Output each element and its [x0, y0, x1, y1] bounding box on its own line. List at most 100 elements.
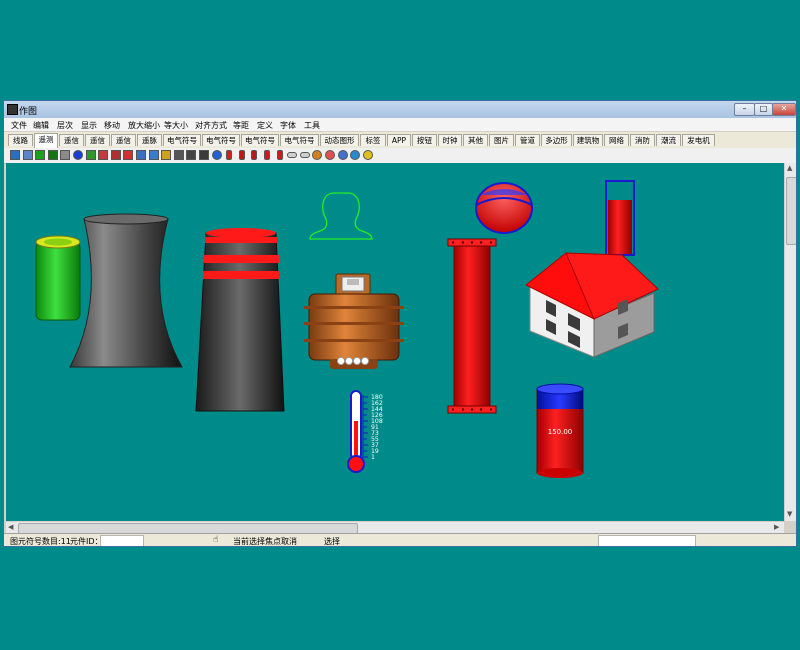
ball-icon[interactable] — [312, 150, 323, 160]
menu-item[interactable]: 文件 — [11, 120, 27, 131]
menu-item[interactable]: 字体 — [280, 120, 296, 131]
diamond-icon[interactable] — [123, 150, 134, 160]
tab-item[interactable]: 潮流 — [656, 134, 681, 146]
maximize-button[interactable]: □ — [754, 103, 773, 116]
tab-item[interactable]: 建筑物 — [573, 134, 603, 146]
scroll-down-icon[interactable]: ▼ — [787, 510, 792, 518]
cube-icon[interactable] — [110, 150, 121, 160]
scroll-up-icon[interactable]: ▲ — [787, 164, 792, 172]
tab-item[interactable]: 网络 — [604, 134, 629, 146]
vertical-scroll-thumb[interactable] — [786, 177, 796, 245]
vertical-scrollbar[interactable]: ▲ ▼ — [784, 163, 796, 521]
tab-item[interactable]: 线路 — [8, 134, 33, 146]
bulb-icon[interactable] — [299, 152, 310, 158]
tank-icon[interactable] — [238, 150, 245, 160]
scroll-right-icon[interactable]: ▶ — [774, 523, 779, 531]
monitor-icon[interactable] — [199, 150, 209, 160]
tab-item[interactable]: 电气符号 — [163, 134, 201, 146]
chimney-stack[interactable] — [195, 228, 285, 412]
symbol-toolbar — [4, 148, 796, 164]
tank-icon[interactable] — [226, 150, 233, 160]
menu-item[interactable]: 移动 — [104, 120, 120, 131]
menu-item[interactable]: 层次 — [57, 120, 73, 131]
pipe-icon[interactable] — [276, 150, 283, 160]
tab-item[interactable]: 电气符号 — [202, 134, 240, 146]
tab-item[interactable]: 其他 — [463, 134, 488, 146]
drawing-canvas[interactable]: 180 162 144 126 108 91 73 55 37 19 1 150… — [6, 163, 784, 521]
tab-item[interactable]: 时钟 — [438, 134, 462, 146]
menu-item[interactable]: 等距 — [233, 120, 249, 131]
gear-icon[interactable] — [136, 150, 146, 160]
tab-item[interactable]: APP — [387, 134, 411, 146]
tab-item[interactable]: 按钮 — [412, 134, 437, 146]
ball-icon[interactable] — [325, 150, 335, 160]
house-building[interactable] — [525, 252, 659, 358]
image-icon[interactable] — [10, 150, 20, 160]
tab-item[interactable]: 遥脉 — [137, 134, 162, 146]
tab-item[interactable]: 遥信 — [59, 134, 84, 146]
grid-icon[interactable] — [98, 150, 109, 160]
pointer-hand-icon: ☝ — [213, 535, 219, 545]
tab-item[interactable]: 遥信 — [111, 134, 136, 146]
bulb-icon[interactable] — [287, 152, 298, 158]
mode-label: 选择 — [324, 537, 340, 546]
menu-item[interactable]: 工具 — [304, 120, 320, 131]
panel-icon[interactable] — [173, 150, 184, 160]
vertical-pipe[interactable] — [447, 238, 497, 414]
status-info-field — [598, 535, 696, 546]
scroll-left-icon[interactable]: ◀ — [8, 523, 13, 531]
tank-icon[interactable] — [251, 150, 258, 160]
menu-item[interactable]: 显示 — [81, 120, 97, 131]
menu-item[interactable]: 等大小 — [164, 120, 188, 131]
tab-item[interactable]: 电气符号 — [280, 134, 319, 146]
tank-value-label: 150.00 — [548, 428, 573, 436]
tab-item[interactable]: 发电机 — [682, 134, 715, 146]
level-tank[interactable] — [605, 180, 635, 256]
bar-chart-icon[interactable] — [161, 150, 172, 160]
tab-item[interactable]: 管道 — [515, 134, 540, 146]
green-cylinder[interactable] — [35, 235, 81, 321]
window-title: 作图 — [19, 107, 38, 117]
palette-tab-bar: 线路 遥测 遥信 遥信 遥信 遥脉 电气符号 电气符号 电气符号 电气符号 动态图形 标签 APP 按钮时… — [4, 132, 796, 149]
tab-item[interactable]: 动态图形 — [320, 134, 359, 146]
face-icon[interactable] — [362, 150, 373, 160]
tab-item[interactable]: 遥信 — [85, 134, 110, 146]
tab-item[interactable]: 标签 — [360, 134, 386, 146]
tab-item[interactable]: 遥测 — [34, 133, 58, 148]
element-id-field[interactable] — [100, 535, 144, 546]
pie-icon[interactable] — [337, 150, 348, 160]
close-button[interactable]: ✕ — [772, 103, 796, 116]
value-tank[interactable]: 150.00 — [536, 383, 584, 478]
cylinder-icon[interactable] — [35, 150, 46, 160]
menu-item[interactable]: 定义 — [257, 120, 273, 131]
transformer-tank[interactable] — [304, 273, 404, 369]
title-bar[interactable]: 作图 – □ ✕ — [4, 101, 796, 119]
spherical-tank[interactable] — [475, 182, 533, 234]
clock-icon[interactable] — [350, 150, 361, 160]
bar-chart-icon[interactable] — [148, 150, 159, 160]
bar-icon[interactable] — [85, 150, 96, 160]
circle-icon[interactable] — [73, 150, 83, 160]
tab-item[interactable]: 电气符号 — [241, 134, 279, 146]
status-bar: 图元符号数目:11 元件ID： ☝ 当前选择焦点取消 选择 — [4, 533, 796, 546]
image-icon[interactable] — [22, 150, 33, 160]
tab-item[interactable]: 图片 — [489, 134, 514, 146]
app-icon — [7, 104, 18, 115]
menu-item[interactable]: 编辑 — [33, 120, 49, 131]
keyboard-icon[interactable] — [186, 150, 197, 160]
thermometer-gauge[interactable]: 180 162 144 126 108 91 73 55 37 19 1 — [347, 390, 383, 473]
menu-item[interactable]: 放大缩小 — [128, 120, 160, 131]
gauge-icon[interactable] — [211, 150, 222, 160]
cooling-tower[interactable] — [69, 213, 183, 368]
tab-item[interactable]: 消防 — [630, 134, 655, 146]
symbol-count-label: 图元符号数目:11 — [10, 537, 71, 546]
minimize-button[interactable]: – — [734, 103, 755, 116]
operator-person-icon[interactable] — [309, 192, 373, 240]
tab-item[interactable]: 多边形 — [541, 134, 572, 146]
element-id-label: 元件ID： — [70, 537, 103, 546]
bar-icon[interactable] — [60, 150, 71, 160]
cylinder-icon[interactable] — [47, 150, 58, 160]
focus-cancel-label[interactable]: 当前选择焦点取消 — [233, 536, 297, 546]
menu-item[interactable]: 对齐方式 — [195, 120, 227, 131]
pipe-icon[interactable] — [264, 150, 270, 160]
